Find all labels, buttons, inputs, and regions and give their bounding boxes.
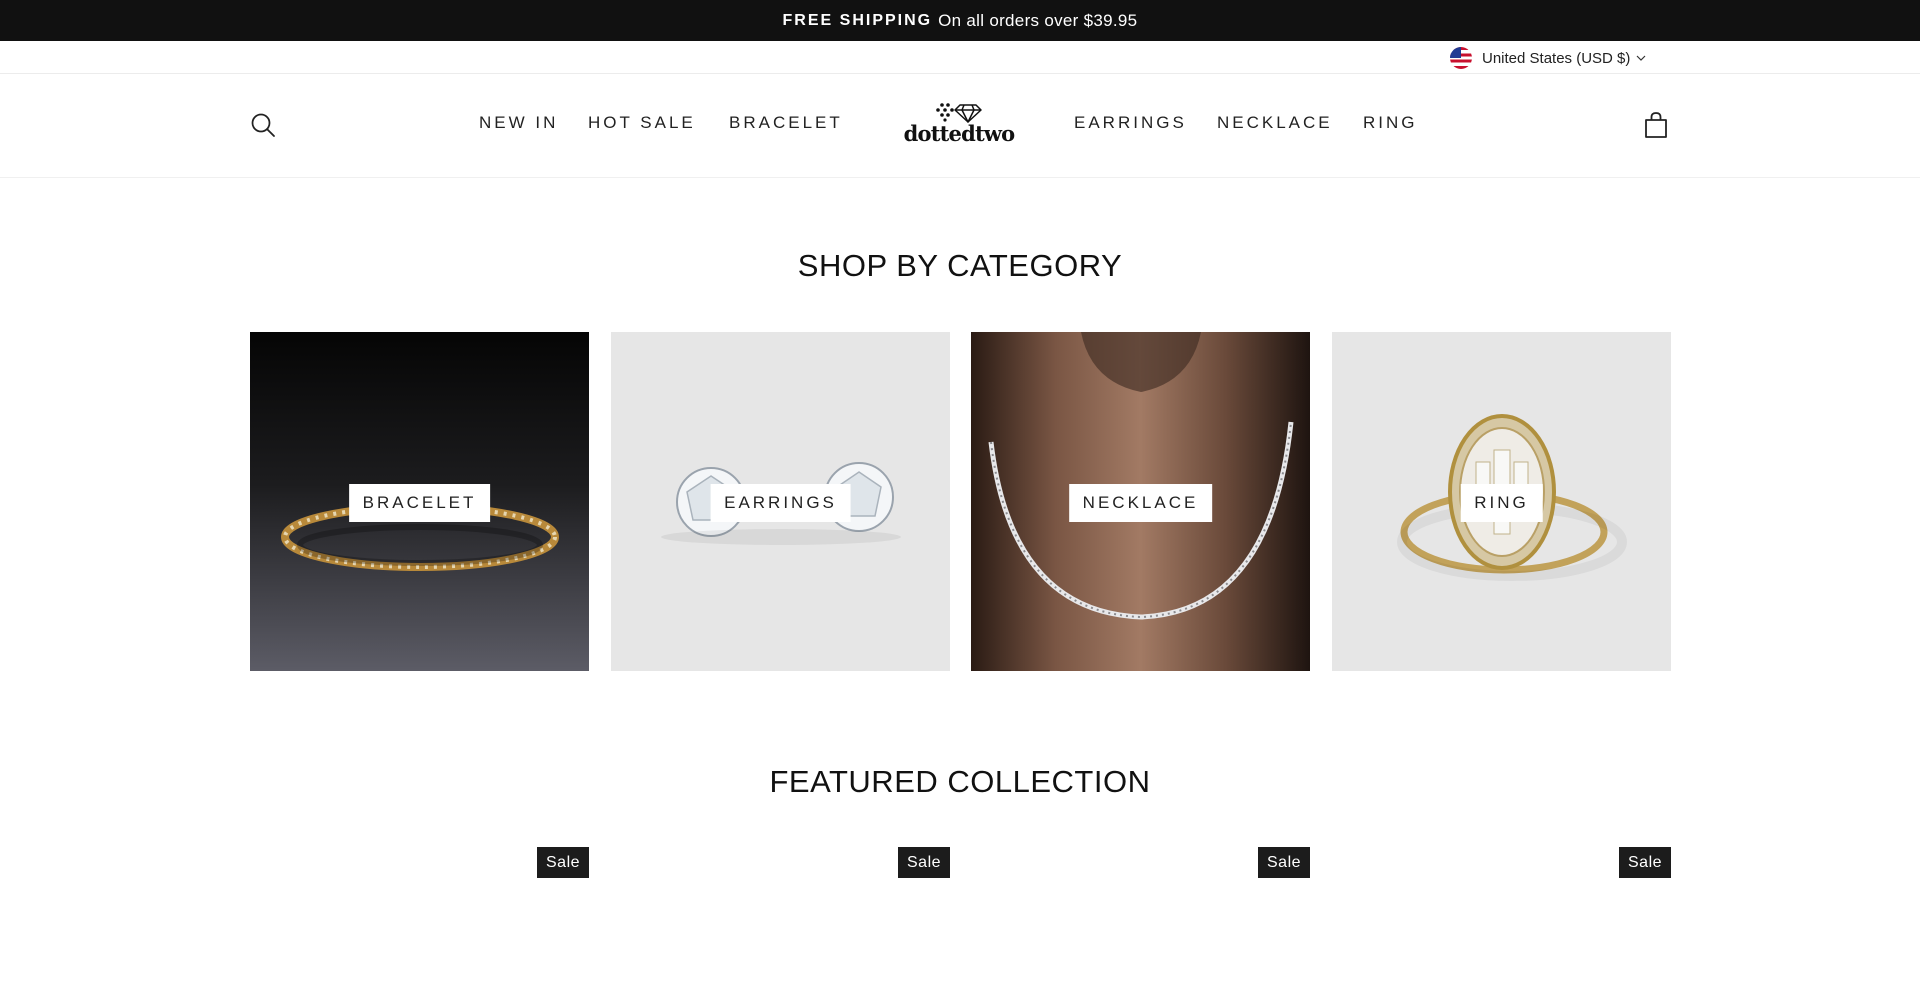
logo-wordmark: dottedtwo [903, 121, 1016, 146]
sale-badge: Sale [1619, 847, 1672, 878]
category-label-necklace: NECKLACE [1068, 484, 1213, 522]
nav-earrings[interactable]: EARRINGS [1074, 113, 1187, 133]
category-tile-bracelet[interactable]: BRACELET [250, 332, 589, 671]
sale-badge: Sale [537, 847, 590, 878]
nav-ring[interactable]: RING [1363, 113, 1418, 133]
nav-bracelet[interactable]: BRACELET [729, 113, 843, 133]
announcement-text: On all orders over $39.95 [938, 10, 1138, 30]
search-icon[interactable] [250, 112, 276, 138]
category-tile-necklace[interactable]: NECKLACE [971, 332, 1310, 671]
featured-collection-title: FEATURED COLLECTION [769, 764, 1151, 799]
category-label-ring: RING [1460, 484, 1543, 522]
chevron-down-icon [1636, 55, 1646, 61]
category-tile-ring[interactable]: RING [1332, 332, 1671, 671]
nav-new-in[interactable]: NEW IN [479, 113, 558, 133]
sale-badge: Sale [1258, 847, 1311, 878]
locale-bar: United States (USD $) [0, 41, 1920, 74]
announcement-strong: FREE SHIPPING [782, 11, 933, 29]
diamond-logo-icon [936, 103, 982, 123]
category-label-earrings: EARRINGS [710, 484, 851, 522]
announcement-bar: FREE SHIPPING On all orders over $39.95 [0, 0, 1920, 41]
country-currency-label: United States (USD $) [1482, 49, 1631, 67]
category-tile-earrings[interactable]: EARRINGS [611, 332, 950, 671]
country-currency-selector[interactable]: United States (USD $) [1450, 46, 1646, 70]
shop-by-category-title: SHOP BY CATEGORY [797, 248, 1123, 283]
nav-hot-sale[interactable]: HOT SALE [588, 113, 696, 133]
site-header: NEW IN HOT SALE BRACELET dottedtwo EARRI… [0, 74, 1920, 178]
category-label-bracelet: BRACELET [348, 484, 491, 522]
shopping-bag-icon[interactable] [1643, 111, 1669, 139]
nav-necklace[interactable]: NECKLACE [1217, 113, 1333, 133]
site-logo[interactable]: dottedtwo [900, 101, 1018, 151]
sale-badge: Sale [898, 847, 951, 878]
us-flag-icon [1450, 47, 1472, 69]
